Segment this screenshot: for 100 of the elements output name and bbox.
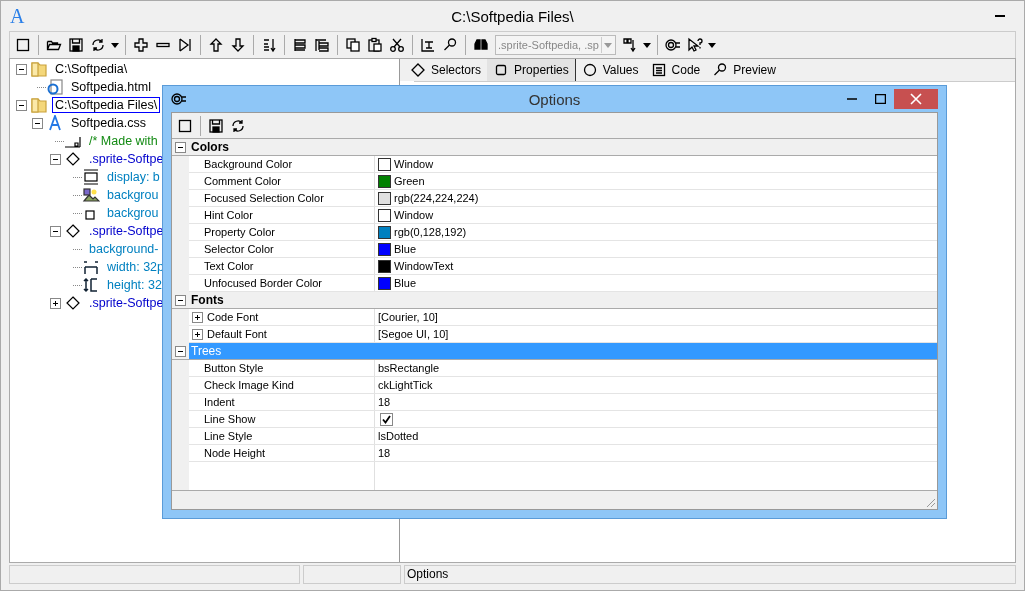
web-page-icon	[46, 79, 64, 95]
category-header[interactable]: Colors	[189, 139, 937, 155]
tree-item[interactable]: C:\Softpedia\	[52, 61, 131, 77]
tree-item[interactable]: height: 32	[104, 277, 165, 293]
up-arrow-icon	[208, 37, 224, 53]
diamond-icon	[64, 295, 82, 311]
tab[interactable]: Code	[644, 59, 707, 81]
plus-icon	[133, 37, 149, 53]
expand-toggle[interactable]	[49, 297, 61, 309]
binoculars-icon	[473, 37, 489, 53]
property-value[interactable]: [Courier, 10]	[378, 311, 438, 323]
tree-item[interactable]: Softpedia.css	[68, 115, 150, 131]
property-value[interactable]: Green	[394, 175, 425, 187]
search-icon	[442, 37, 458, 53]
scissors-icon	[389, 37, 405, 53]
property-name: Property Color	[203, 226, 275, 238]
property-value[interactable]: lsDotted	[378, 430, 419, 442]
property-value[interactable]: 18	[378, 447, 391, 459]
tree-item[interactable]: backgrou	[104, 187, 162, 203]
collapse-toggle[interactable]	[49, 153, 61, 165]
collapse-toggle[interactable]	[49, 225, 61, 237]
property-value[interactable]: rgb(0,128,192)	[394, 226, 467, 238]
tab[interactable]: Properties	[487, 59, 576, 81]
property-value[interactable]: 18	[378, 396, 391, 408]
app-icon: A	[10, 6, 25, 26]
collapse-toggle[interactable]	[31, 117, 43, 129]
property-name: Focused Selection Color	[203, 192, 324, 204]
diamond-icon	[64, 151, 82, 167]
tab[interactable]: Preview	[706, 59, 782, 81]
image-icon	[82, 187, 100, 203]
sort-icon	[261, 37, 277, 53]
tree-item[interactable]: background-	[86, 241, 162, 257]
property-name: Button Style	[203, 362, 264, 374]
tree-item[interactable]: display: b	[104, 169, 163, 185]
refresh-icon	[90, 37, 106, 53]
bracket-icon	[177, 37, 193, 53]
tree-item[interactable]: /* Made with	[86, 133, 161, 149]
box-icon	[82, 169, 100, 185]
property-value[interactable]: ckLightTick	[378, 379, 433, 391]
tab[interactable]: Selectors	[404, 59, 488, 81]
collapse-toggle[interactable]	[15, 99, 27, 111]
target-icon	[664, 37, 681, 53]
property-name: Node Height	[203, 447, 266, 459]
diamond-icon	[64, 223, 82, 239]
target-icon	[171, 91, 187, 107]
expand-toggle[interactable]	[192, 311, 203, 323]
expand-toggle[interactable]	[192, 328, 203, 340]
page-icon	[177, 117, 193, 134]
tab[interactable]: Values	[575, 59, 645, 81]
property-value[interactable]: Window	[394, 158, 434, 170]
dialog-title: Options	[528, 90, 581, 108]
tree-item[interactable]: .sprite-Softpe	[86, 151, 167, 167]
close-icon	[910, 93, 922, 105]
close-button[interactable]	[894, 89, 938, 109]
minimize-icon	[995, 15, 1005, 17]
dropdown-arrow-icon	[600, 37, 615, 53]
property-name: Indent	[203, 396, 235, 408]
property-name: Hint Color	[203, 209, 253, 221]
frame-icon	[420, 37, 436, 53]
save-icon	[68, 37, 84, 53]
property-value[interactable]: WindowText	[394, 260, 454, 272]
property-value[interactable]: bsRectangle	[378, 362, 440, 374]
document-icon	[650, 62, 667, 78]
property-name: Text Color	[203, 260, 254, 272]
property-name: Line Show	[203, 413, 256, 425]
status-text: Options	[404, 564, 1016, 584]
property-value[interactable]: Window	[394, 209, 434, 221]
save-icon	[208, 117, 224, 134]
tree-icon	[314, 37, 330, 53]
collapse-toggle[interactable]	[175, 345, 186, 357]
property-name: Check Image Kind	[203, 379, 294, 391]
collapse-toggle[interactable]	[175, 294, 186, 306]
find-next-icon	[621, 37, 638, 53]
collapse-toggle[interactable]	[175, 141, 186, 153]
property-value[interactable]: [Segoe UI, 10]	[378, 328, 449, 340]
checkbox[interactable]	[380, 412, 393, 426]
folder-icon	[30, 97, 48, 113]
property-value[interactable]: Blue	[394, 243, 417, 255]
width-icon	[82, 259, 100, 275]
down-arrow-icon	[230, 37, 246, 53]
search-icon	[712, 62, 729, 78]
window-title: C:\Softpedia Files\	[451, 7, 574, 25]
height-icon	[82, 277, 100, 293]
property-name: Unfocused Border Color	[203, 277, 322, 289]
copy-icon	[345, 37, 361, 53]
maximize-icon	[874, 94, 886, 104]
tree-item[interactable]: Softpedia.html	[68, 79, 154, 95]
refresh-icon	[230, 117, 246, 134]
property-name: Background Color	[203, 158, 293, 170]
property-value[interactable]: Blue	[394, 277, 417, 289]
category-header[interactable]: Fonts	[189, 292, 937, 308]
page-icon	[15, 37, 31, 53]
tree-item[interactable]: backgrou	[104, 205, 162, 221]
tree-item[interactable]: C:\Softpedia Files\	[52, 97, 161, 113]
collapse-toggle[interactable]	[15, 63, 27, 75]
folder-icon	[30, 61, 48, 77]
property-value[interactable]: rgb(224,224,224)	[394, 192, 479, 204]
tree-item[interactable]: .sprite-Softpe	[86, 295, 167, 311]
tree-item[interactable]: .sprite-Softpe	[86, 223, 167, 239]
minimize-icon	[847, 98, 857, 100]
